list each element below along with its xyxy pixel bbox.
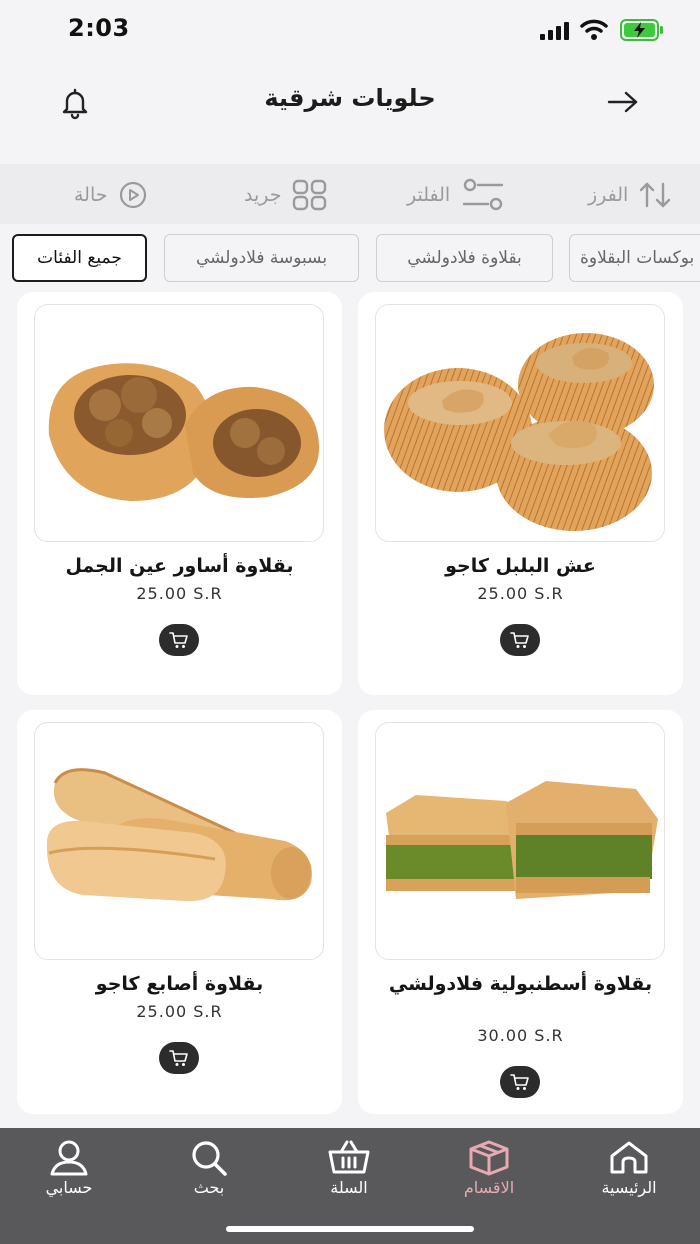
user-icon — [50, 1140, 88, 1176]
product-image — [375, 304, 665, 542]
product-name: بقلاوة أسطنبولية فلادولشي — [388, 973, 653, 995]
nav-search[interactable]: بحث — [154, 1140, 264, 1210]
product-image — [375, 722, 665, 960]
box-icon — [469, 1140, 509, 1176]
bird-nest-cashew-image — [384, 333, 654, 531]
product-name: بقلاوة أساور عين الجمل — [65, 555, 294, 577]
filter-button[interactable]: الفلتر — [407, 178, 506, 212]
cart-icon — [169, 632, 188, 648]
nav-categories-label: الاقسام — [463, 1178, 515, 1197]
sort-icon — [640, 182, 671, 208]
chip-baklava-boxes[interactable]: بوكسات البقلاوة — [569, 234, 700, 282]
play-circle-icon — [119, 181, 146, 209]
product-name: عش البلبل كاجو — [445, 555, 596, 577]
back-arrow-icon[interactable] — [606, 90, 640, 114]
add-to-cart-button[interactable] — [500, 624, 540, 656]
page-title: حلويات شرقية — [264, 84, 436, 112]
product-card[interactable]: بقلاوة أساور عين الجمل 25.00 S.R — [17, 292, 342, 695]
status-label: حالة — [74, 184, 108, 206]
product-card[interactable]: عش البلبل كاجو 25.00 S.R — [358, 292, 683, 695]
add-to-cart-button[interactable] — [159, 1042, 199, 1074]
nav-cart-label: السلة — [330, 1178, 368, 1197]
top-app-bar: حلويات شرقية — [0, 62, 700, 144]
walnut-baklava-image — [48, 363, 320, 501]
cashew-fingers-image — [46, 768, 312, 902]
wifi-icon — [580, 19, 608, 40]
category-chips: جميع الفئات بسبوسة فلادولشي بقلاوة فلادو… — [0, 234, 700, 286]
grid-label: جريد — [244, 184, 282, 206]
add-to-cart-button[interactable] — [159, 624, 199, 656]
nav-account-label: حسابي — [45, 1178, 93, 1197]
chip-all-categories[interactable]: جميع الفئات — [12, 234, 147, 282]
product-price: 25.00 S.R — [136, 584, 223, 603]
basket-icon — [328, 1140, 370, 1174]
battery-charging-icon — [620, 19, 663, 41]
status-bar: 2:03 — [0, 0, 700, 62]
filter-icon — [462, 178, 504, 211]
search-icon — [192, 1141, 227, 1176]
istanbul-baklava-image — [386, 781, 658, 899]
product-name: بقلاوة أصابع كاجو — [95, 973, 264, 995]
nav-cart[interactable]: السلة — [294, 1140, 404, 1210]
grid-view-button[interactable]: جريد — [244, 178, 328, 212]
status-button[interactable]: حالة — [74, 178, 148, 212]
sort-label: الفرز — [588, 184, 629, 206]
cart-icon — [169, 1050, 188, 1066]
signal-icon — [540, 22, 569, 40]
nav-categories[interactable]: الاقسام — [434, 1140, 544, 1210]
chip-baklava-fladolci[interactable]: بقلاوة فلادولشي — [376, 234, 553, 282]
toolbar: الفرز الفلتر جريد حالة — [0, 164, 700, 224]
product-grid: عش البلبل كاجو 25.00 S.R بقلاوة أساور عي… — [0, 292, 700, 1128]
nav-home-label: الرئيسية — [601, 1178, 657, 1197]
home-indicator — [226, 1226, 474, 1232]
grid-icon — [292, 179, 326, 211]
status-time: 2:03 — [68, 14, 130, 42]
product-image — [34, 722, 324, 960]
cart-icon — [510, 632, 529, 648]
nav-search-label: بحث — [193, 1178, 225, 1197]
bottom-navigation: الرئيسية الاقسام السلة بحث حسابي — [0, 1128, 700, 1244]
add-to-cart-button[interactable] — [500, 1066, 540, 1098]
product-image — [34, 304, 324, 542]
chip-basbousa[interactable]: بسبوسة فلادولشي — [164, 234, 359, 282]
sort-button[interactable]: الفرز — [588, 178, 674, 212]
product-price: 30.00 S.R — [477, 1026, 564, 1045]
product-price: 25.00 S.R — [136, 1002, 223, 1021]
nav-home[interactable]: الرئيسية — [574, 1140, 684, 1210]
home-icon — [610, 1141, 648, 1174]
product-price: 25.00 S.R — [477, 584, 564, 603]
nav-account[interactable]: حسابي — [14, 1140, 124, 1210]
product-card[interactable]: بقلاوة أسطنبولية فلادولشي 30.00 S.R — [358, 710, 683, 1114]
filter-label: الفلتر — [407, 184, 451, 206]
product-card[interactable]: بقلاوة أصابع كاجو 25.00 S.R — [17, 710, 342, 1114]
cart-icon — [510, 1074, 529, 1090]
